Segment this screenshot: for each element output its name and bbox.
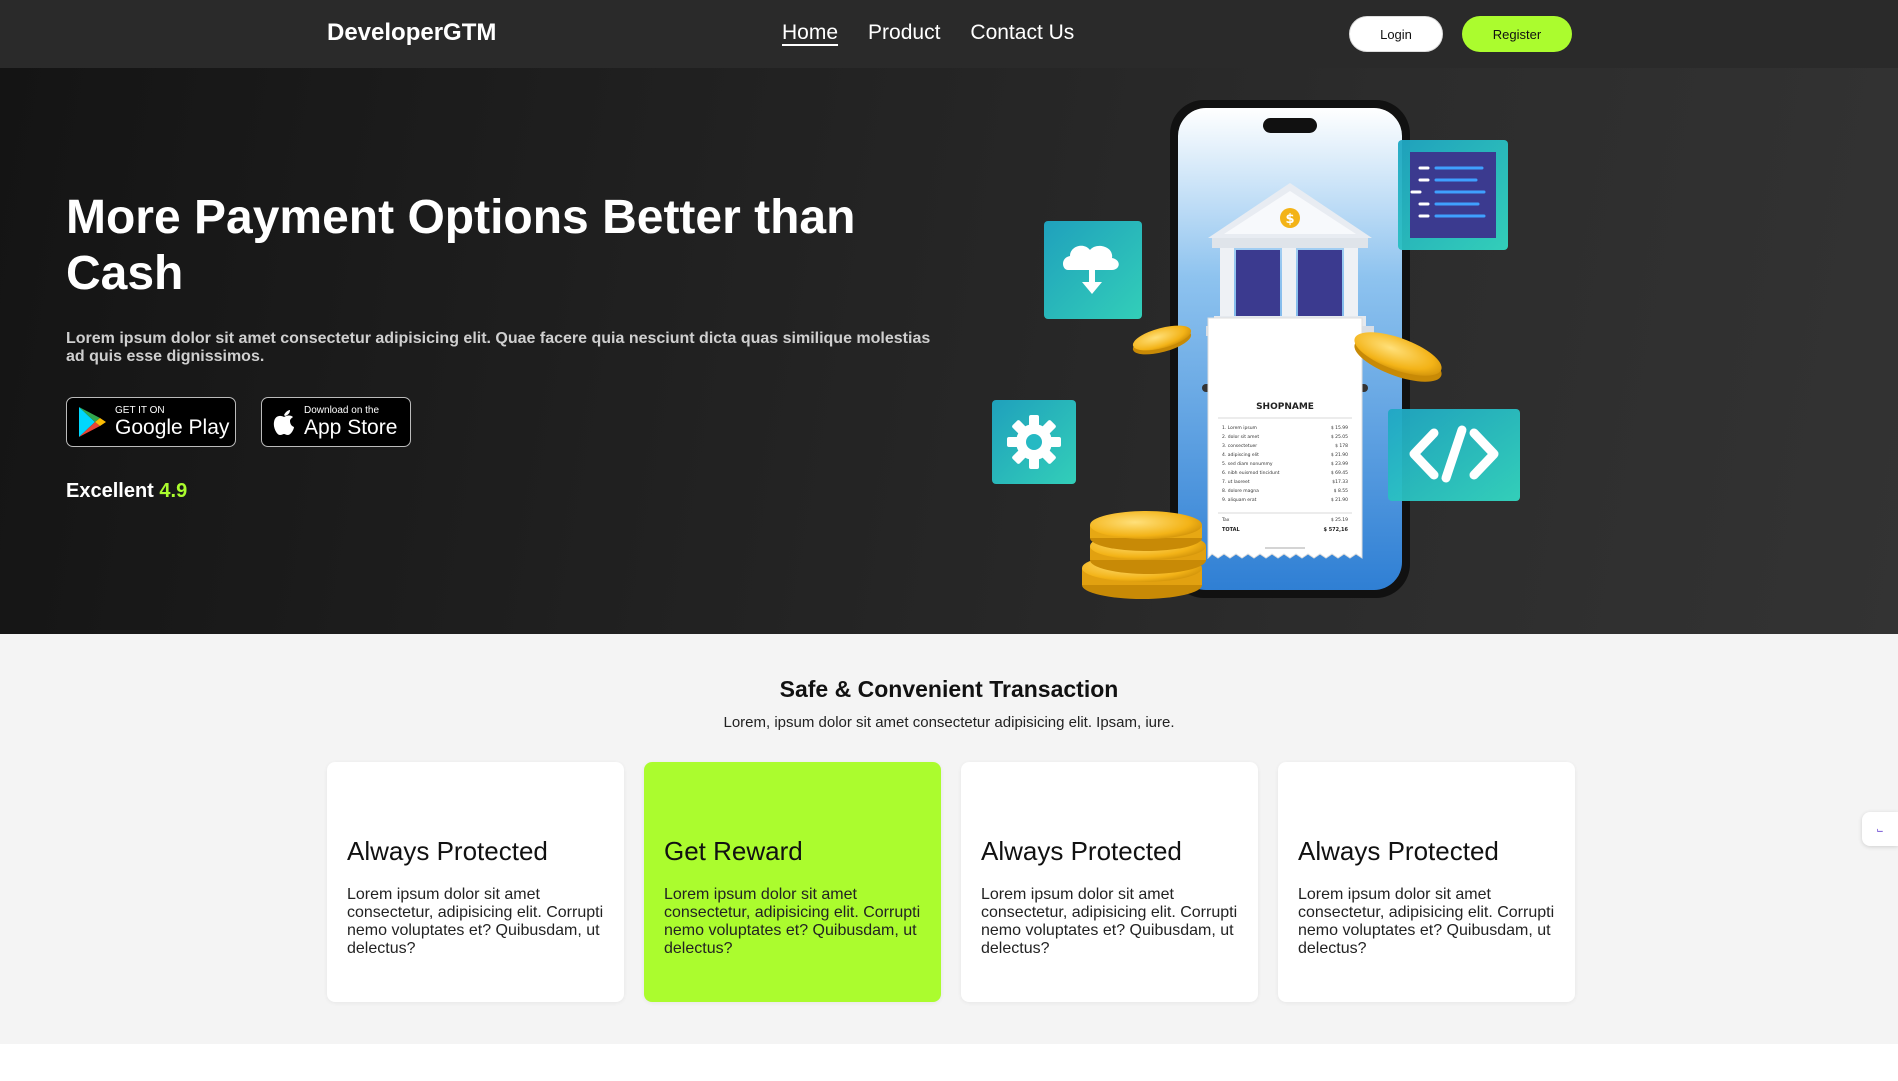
receipt-item-price: $ 23.99: [1331, 461, 1348, 467]
cloud-download-tile: [1044, 221, 1142, 319]
receipt-item-name: 6. nibh euismod tincidunt: [1222, 470, 1280, 476]
nav-links: Home Product Contact Us: [782, 21, 1074, 45]
rating: Excellent 4.9: [66, 480, 187, 503]
feature-card-text: Lorem ipsum dolor sit amet consectetur, …: [347, 886, 604, 957]
code-brackets-tile: [1388, 409, 1520, 501]
receipt-item-name: 1. Lorem ipsum: [1222, 425, 1257, 431]
receipt-total-value: $ 572,16: [1323, 527, 1348, 533]
google-play-icon: [79, 407, 106, 437]
feature-card-text: Lorem ipsum dolor sit amet consectetur, …: [981, 886, 1238, 957]
feature-card-text: Lorem ipsum dolor sit amet consectetur, …: [1298, 886, 1555, 957]
feature-card-title: Always Protected: [1298, 836, 1499, 866]
receipt-item-price: $ 8.55: [1334, 488, 1348, 494]
receipt-item-name: 5. sed diam nonummy: [1222, 461, 1273, 467]
receipt-item-price: $ 15.99: [1331, 425, 1348, 431]
phone-payment-illustration: $ SHOPNAME 1. Lorem ipsum $ 15.99 2. dolor…: [992, 100, 1520, 599]
feature-card-4[interactable]: Always Protected Lorem ipsum dolor sit a…: [1278, 762, 1575, 1002]
rating-label: Excellent: [66, 480, 154, 502]
receipt: SHOPNAME 1. Lorem ipsum $ 15.99 2. dolor s…: [1202, 317, 1368, 560]
receipt-item-name: 7. ut laoreet: [1222, 479, 1250, 485]
nav-link-product[interactable]: Product: [868, 21, 940, 45]
assistant-icon: ⨽: [1876, 822, 1884, 835]
receipt-item-name: 3. consectetuer: [1222, 443, 1257, 449]
side-widget-button[interactable]: ⨽: [1862, 812, 1898, 846]
receipt-item-name: 9. aliquam erat: [1222, 497, 1257, 503]
rating-value: 4.9: [159, 480, 188, 502]
app-store-big-text: App Store: [304, 416, 398, 439]
receipt-item-name: 2. dolor sit amet: [1222, 434, 1259, 440]
feature-card-title: Get Reward: [664, 836, 803, 866]
features-subtitle: Lorem, ipsum dolor sit amet consectetur …: [723, 714, 1175, 731]
receipt-shop-name: SHOPNAME: [1256, 402, 1314, 412]
nav-link-contact[interactable]: Contact Us: [970, 21, 1074, 45]
feature-card-3[interactable]: Always Protected Lorem ipsum dolor sit a…: [961, 762, 1258, 1002]
receipt-item-name: 4. adipiscing elit: [1222, 452, 1259, 458]
nav-link-home[interactable]: Home: [782, 21, 838, 45]
receipt-item-price: $ 21.90: [1331, 452, 1348, 458]
bank-symbol: $: [1285, 212, 1294, 227]
hero-title: More Payment Options Better than Cash: [66, 191, 856, 300]
receipt-item-price: $ 25.05: [1331, 434, 1348, 440]
feature-card-title: Always Protected: [347, 836, 548, 866]
hero-description: Lorem ipsum dolor sit amet consectetur a…: [66, 330, 931, 365]
gear-tile: [992, 400, 1076, 484]
google-play-button[interactable]: GET IT ON Google Play: [66, 397, 236, 447]
hero-section: More Payment Options Better than Cash Lo…: [0, 68, 1898, 634]
app-store-small-text: Download on the: [304, 405, 380, 416]
feature-card-2[interactable]: Get Reward Lorem ipsum dolor sit amet co…: [644, 762, 941, 1002]
feature-card-title: Always Protected: [981, 836, 1182, 866]
brand-logo[interactable]: DeveloperGTM: [327, 19, 496, 47]
receipt-item-name: 8. dolore magna: [1222, 488, 1259, 494]
receipt-item-price: $ 69.45: [1331, 470, 1348, 476]
feature-card-1[interactable]: Always Protected Lorem ipsum dolor sit a…: [327, 762, 624, 1002]
register-button[interactable]: Register: [1462, 16, 1572, 52]
receipt-total-label: TOTAL: [1222, 527, 1241, 533]
features-title: Safe & Convenient Transaction: [779, 676, 1119, 702]
document-tile: [1398, 140, 1508, 250]
receipt-item-price: $ 178: [1335, 443, 1348, 449]
google-play-big-text: Google Play: [115, 416, 230, 439]
receipt-tax-value: $ 25.19: [1331, 517, 1348, 523]
features-section: Safe & Convenient Transaction Lorem, ips…: [0, 634, 1898, 1044]
apple-icon: [273, 410, 294, 435]
coin-stack: [1082, 511, 1206, 599]
top-navbar: DeveloperGTM Home Product Contact Us Log…: [0, 0, 1898, 68]
receipt-item-price: $ 21.90: [1331, 497, 1348, 503]
login-button[interactable]: Login: [1349, 16, 1443, 52]
app-store-button[interactable]: Download on the App Store: [261, 397, 411, 447]
landing-page: DeveloperGTM Home Product Contact Us Log…: [0, 0, 1898, 1081]
google-play-small-text: GET IT ON: [115, 405, 165, 416]
feature-card-text: Lorem ipsum dolor sit amet consectetur, …: [664, 886, 921, 957]
receipt-tax-label: Tax: [1221, 517, 1230, 523]
receipt-item-price: $17.33: [1332, 479, 1348, 485]
